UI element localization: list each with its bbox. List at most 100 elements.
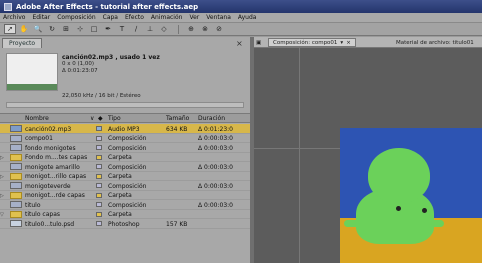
item-size: 157 KB xyxy=(166,220,188,228)
expand-toggle-icon[interactable]: ▷ xyxy=(0,174,4,180)
item-name: monigot...rillo capas xyxy=(25,173,87,180)
project-item-row[interactable]: monigote amarillo Composición Δ 0:00:03:0 xyxy=(0,162,250,172)
item-duration: Δ 0:01:23:0 xyxy=(198,125,233,133)
item-name: compo01 xyxy=(25,135,53,142)
expand-toggle-icon[interactable]: ▷ xyxy=(0,155,4,161)
menu-composicion[interactable]: Composición xyxy=(57,14,95,21)
menu-archivo[interactable]: Archivo xyxy=(3,14,25,21)
project-item-row[interactable]: titulo Composición Δ 0:00:03:0 xyxy=(0,200,250,210)
hand-tool-icon[interactable]: ✋ xyxy=(18,24,30,34)
item-name: titulo xyxy=(25,201,41,209)
label-color-swatch[interactable] xyxy=(96,202,102,207)
camera-tool-icon[interactable]: ⊞ xyxy=(60,24,72,34)
canvas-guide-line xyxy=(299,48,300,263)
rotate-tool-icon[interactable]: ↻ xyxy=(46,24,58,34)
label-column-icon[interactable]: ◆ xyxy=(98,115,103,122)
item-type: Carpeta xyxy=(108,154,132,161)
item-name: monigote amarillo xyxy=(25,163,80,171)
menu-ventana[interactable]: Ventana xyxy=(206,14,231,21)
project-item-row[interactable]: ▷ Fondo m....tes capas Carpeta xyxy=(0,153,250,162)
item-name: fondo monigotes xyxy=(25,144,76,152)
mask-tool-icon[interactable]: □ xyxy=(88,24,100,34)
axis-local-icon[interactable]: ⊕ xyxy=(185,24,197,34)
label-color-swatch[interactable] xyxy=(96,173,102,179)
tab-footage-titulo01[interactable]: Material de archivo: titulo01 xyxy=(396,38,474,47)
project-item-row[interactable]: canción02.mp3 Audio MP3 634 KB Δ 0:01:23:0 xyxy=(0,124,250,134)
comp-item-icon xyxy=(10,182,22,189)
project-item-row[interactable]: fondo monigotes Composición Δ 0:00:03:0 xyxy=(0,143,250,153)
selected-item-name: canción02.mp3 , usado 1 vez xyxy=(62,54,160,61)
comp-item-icon xyxy=(10,144,22,151)
menu-capa[interactable]: Capa xyxy=(103,14,118,21)
composition-frame[interactable] xyxy=(340,128,482,263)
label-color-swatch[interactable] xyxy=(96,154,102,160)
composition-viewer-panel: ▣ Composición: compo01 ▾ × Material de a… xyxy=(254,37,482,263)
project-item-row[interactable]: ▽ titulo capas Carpeta xyxy=(0,210,250,219)
item-type: Composición xyxy=(108,201,147,209)
comp-item-icon xyxy=(10,201,22,208)
clone-stamp-tool-icon[interactable]: ⊥ xyxy=(144,24,156,34)
project-item-row[interactable]: ▷ monigot...rillo capas Carpeta xyxy=(0,172,250,181)
psd-item-icon xyxy=(10,220,22,227)
item-type: Composición xyxy=(108,135,147,142)
menu-ver[interactable]: Ver xyxy=(189,14,199,21)
project-search-field[interactable] xyxy=(6,102,244,108)
label-color-swatch[interactable] xyxy=(96,126,102,131)
project-panel: Proyecto × canción02.mp3 , usado 1 vez 0… xyxy=(0,37,250,263)
pen-tool-icon[interactable]: ✒ xyxy=(102,24,114,34)
composition-stage[interactable] xyxy=(254,48,482,263)
pan-behind-tool-icon[interactable]: ⊹ xyxy=(74,24,86,34)
character-head xyxy=(368,148,430,203)
axis-view-icon[interactable]: ⊘ xyxy=(213,24,225,34)
sort-chevron-icon[interactable]: ∨ xyxy=(90,115,94,122)
character-left-arm xyxy=(344,220,362,227)
column-name[interactable]: Nombre xyxy=(25,115,49,122)
tab-proyecto[interactable]: Proyecto xyxy=(2,38,43,48)
item-size: 634 KB xyxy=(166,125,188,133)
item-type: Carpeta xyxy=(108,211,132,218)
expand-toggle-icon[interactable]: ▽ xyxy=(0,212,4,218)
menu-efecto[interactable]: Efecto xyxy=(125,14,144,21)
project-column-header: Nombre ∨ ◆ Tipo Tamaño Duración xyxy=(0,113,250,123)
item-duration: Δ 0:00:03:0 xyxy=(198,182,233,190)
project-item-row[interactable]: monigoteverde Composición Δ 0:00:03:0 xyxy=(0,181,250,191)
text-tool-icon[interactable]: T xyxy=(116,24,128,34)
project-item-row[interactable]: titulo0...tulo.psd Photoshop 157 KB xyxy=(0,219,250,229)
column-type[interactable]: Tipo xyxy=(108,115,121,122)
brush-tool-icon[interactable]: ∕ xyxy=(130,24,142,34)
tab-dropdown-icon[interactable]: ▾ xyxy=(340,40,343,46)
label-color-swatch[interactable] xyxy=(96,192,102,198)
item-type: Composición xyxy=(108,182,147,190)
panel-close-icon[interactable]: × xyxy=(236,39,243,48)
item-name: Fondo m....tes capas xyxy=(25,154,88,161)
comp-item-icon xyxy=(10,163,22,170)
column-size[interactable]: Tamaño xyxy=(166,115,189,122)
project-item-list: canción02.mp3 Audio MP3 634 KB Δ 0:01:23:0 c… xyxy=(0,124,250,229)
column-duration[interactable]: Duración xyxy=(198,115,225,122)
label-color-swatch[interactable] xyxy=(96,221,102,226)
project-item-row[interactable]: ▷ monigot...rde capas Carpeta xyxy=(0,191,250,200)
zoom-tool-icon[interactable]: 🔍 xyxy=(32,24,44,34)
label-color-swatch[interactable] xyxy=(96,135,102,141)
item-name: canción02.mp3 xyxy=(25,125,72,133)
label-color-swatch[interactable] xyxy=(96,164,102,169)
viewer-lock-icon[interactable]: ▣ xyxy=(256,38,261,47)
axis-world-icon[interactable]: ⊗ xyxy=(199,24,211,34)
folder-item-icon xyxy=(10,153,22,161)
project-item-row[interactable]: compo01 Composición Δ 0:00:03:0 xyxy=(0,134,250,143)
label-color-swatch[interactable] xyxy=(96,183,102,188)
item-type: Audio MP3 xyxy=(108,125,140,133)
menu-editar[interactable]: Editar xyxy=(32,14,50,21)
selection-tool-icon[interactable]: ➚ xyxy=(4,24,16,34)
character-eye-right xyxy=(422,208,427,213)
label-color-swatch[interactable] xyxy=(96,145,102,150)
eraser-tool-icon[interactable]: ◇ xyxy=(158,24,170,34)
menu-ayuda[interactable]: Ayuda xyxy=(238,14,257,21)
label-color-swatch[interactable] xyxy=(96,211,102,217)
item-name: monigoteverde xyxy=(25,182,71,190)
tab-composition-compo01[interactable]: Composición: compo01 ▾ × xyxy=(268,38,356,47)
expand-toggle-icon[interactable]: ▷ xyxy=(0,193,4,199)
menu-animacion[interactable]: Animación xyxy=(151,14,183,21)
tab-close-icon[interactable]: × xyxy=(346,40,351,46)
menu-bar: Archivo Editar Composición Capa Efecto A… xyxy=(0,13,482,23)
